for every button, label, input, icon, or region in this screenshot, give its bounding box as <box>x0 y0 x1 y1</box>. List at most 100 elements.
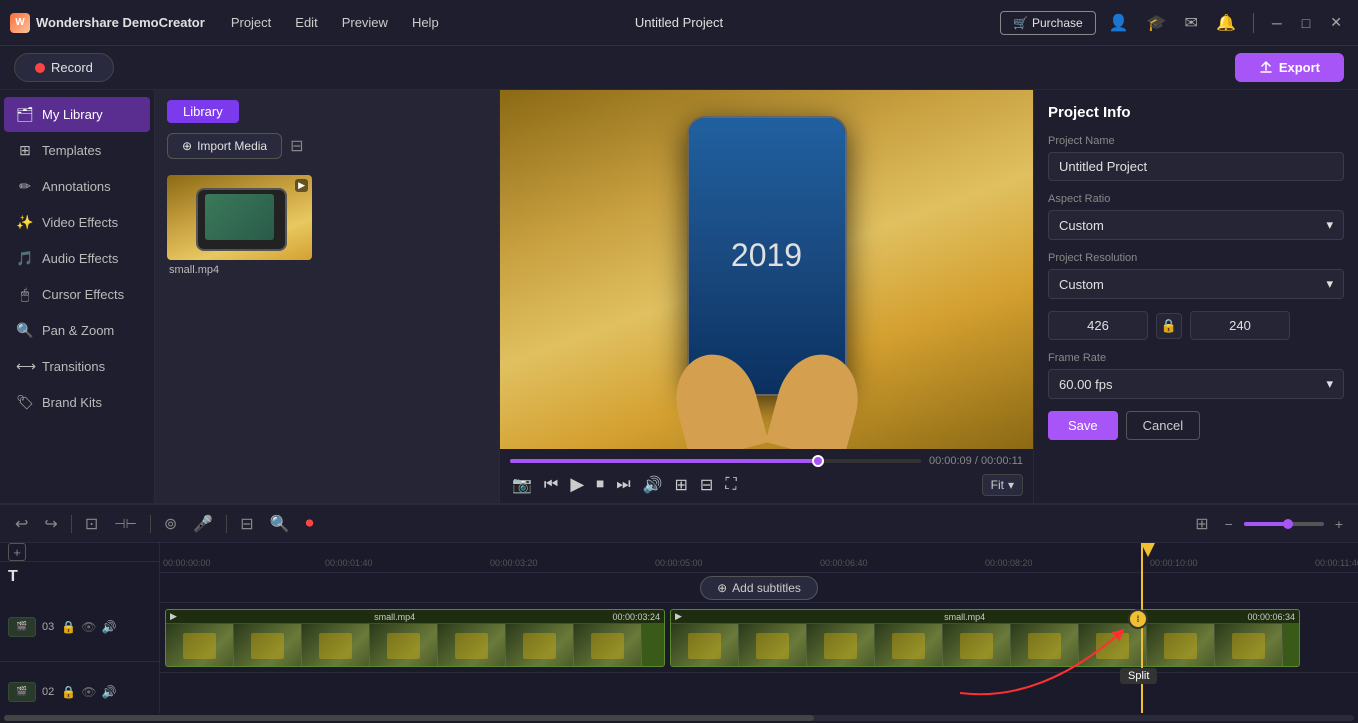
track-1-label: 03 <box>42 621 54 633</box>
clip-frame <box>574 624 642 667</box>
clip-2-name: small.mp4 <box>944 612 985 622</box>
import-media-button[interactable]: ⊕ Import Media <box>167 133 282 159</box>
video-clip-1[interactable]: ▶ small.mp4 00:00:03:24 <box>165 609 665 667</box>
sidebar-item-annotations[interactable]: ✏ Annotations <box>4 169 150 204</box>
menu-edit[interactable]: Edit <box>285 11 327 34</box>
media-item[interactable]: ▶ small.mp4 <box>167 175 312 276</box>
record-tl-button[interactable]: ⏺ <box>301 512 319 536</box>
scrollbar-track[interactable] <box>4 715 1354 721</box>
aspect-ratio-select[interactable]: Custom ▾ <box>1048 210 1344 240</box>
scrollbar-thumb[interactable] <box>4 715 814 721</box>
mic-button[interactable]: 🎤 <box>188 511 218 537</box>
mask-button[interactable]: ⊚ <box>159 511 182 537</box>
split-handle[interactable]: ⁞ <box>1128 609 1148 629</box>
record-label: Record <box>51 60 93 75</box>
menu-preview[interactable]: Preview <box>332 11 398 34</box>
timeline-area: ↩ ↪ ⊡ ⊣⊢ ⊚ 🎤 ⊟ 🔍 ⏺ ⊞ − + + <box>0 503 1358 723</box>
insert-button[interactable]: ⊟ <box>235 511 258 537</box>
progress-bar[interactable] <box>510 459 921 463</box>
split-tool-button[interactable]: ⊣⊢ <box>109 513 142 535</box>
width-input[interactable] <box>1048 311 1148 340</box>
track-1-lock-button[interactable]: 🔒 <box>60 619 77 635</box>
crop-tool-button[interactable]: ⊡ <box>80 511 103 537</box>
track-2-visibility-button[interactable]: 👁 <box>80 684 97 700</box>
frame-rate-select[interactable]: 60.00 fps ▾ <box>1048 369 1344 399</box>
fit-select[interactable]: Fit ▾ <box>982 474 1023 496</box>
zoom-media-button[interactable]: 🔍 <box>265 511 295 537</box>
maximize-button[interactable]: □ <box>1296 15 1316 31</box>
resolution-select[interactable]: Custom ▾ <box>1048 269 1344 299</box>
action-bar: Record Export <box>0 46 1358 90</box>
mail-icon-button[interactable]: ✉ <box>1180 11 1203 35</box>
step-forward-button[interactable]: ⏭ <box>614 474 632 496</box>
add-subtitles-button[interactable]: ⊕ Add subtitles <box>700 576 818 600</box>
menu-help[interactable]: Help <box>402 11 449 34</box>
record-button[interactable]: Record <box>14 53 114 82</box>
height-input[interactable] <box>1190 311 1290 340</box>
track-1-mute-button[interactable]: 🔊 <box>100 619 117 635</box>
pan-zoom-icon: 🔍 <box>16 322 34 339</box>
clip-frame <box>1147 624 1215 667</box>
crop-button[interactable]: ⊞ <box>673 473 690 497</box>
minimize-button[interactable]: ─ <box>1266 15 1288 31</box>
timeline-content: + T 🎬 03 🔒 👁 🔊 🎬 02 <box>0 543 1358 713</box>
library-tab[interactable]: Library <box>167 100 239 123</box>
progress-handle[interactable] <box>812 455 824 467</box>
zoom-in-button[interactable]: + <box>1330 513 1348 535</box>
sidebar-item-transitions[interactable]: ⟷ Transitions <box>4 349 150 384</box>
notification-icon-button[interactable]: 🔔 <box>1211 11 1241 35</box>
undo-button[interactable]: ↩ <box>10 511 33 537</box>
divider <box>1253 13 1254 33</box>
time-total: 00:00:11 <box>981 455 1023 467</box>
add-track-button[interactable]: + <box>8 543 26 561</box>
track-2-lock-button[interactable]: 🔒 <box>60 684 77 700</box>
sidebar-item-templates[interactable]: ⊞ Templates <box>4 133 150 168</box>
fullscreen-button[interactable]: ⛶ <box>723 474 738 496</box>
sidebar-item-brand-kits[interactable]: 🏷 Brand Kits <box>4 385 150 420</box>
ruler-marks: 00:00:00:00 00:00:01:40 00:00:03:20 00:0… <box>160 543 1358 572</box>
lock-aspect-button[interactable]: 🔒 <box>1156 313 1182 339</box>
sidebar-item-audio-effects[interactable]: 🎵 Audio Effects <box>4 241 150 276</box>
play-button[interactable]: ▶ <box>568 472 586 497</box>
close-button[interactable]: ✕ <box>1324 14 1348 31</box>
purchase-button[interactable]: 🛒 Purchase <box>1000 11 1096 35</box>
timeline-tracks-area: ⊕ Add subtitles ▶ small.mp4 00:00:03:24 <box>160 573 1358 713</box>
ruler-mark-0: 00:00:00:00 <box>160 558 325 568</box>
learn-icon-button[interactable]: 🎓 <box>1142 11 1172 35</box>
cancel-button[interactable]: Cancel <box>1126 411 1200 440</box>
clip-frame <box>302 624 370 667</box>
account-icon-button[interactable]: 👤 <box>1104 11 1134 35</box>
project-name-input[interactable] <box>1048 152 1344 181</box>
resolution-value: Custom <box>1059 277 1104 292</box>
sidebar-item-pan-zoom[interactable]: 🔍 Pan & Zoom <box>4 313 150 348</box>
export-button[interactable]: Export <box>1235 53 1344 82</box>
sidebar-item-video-effects[interactable]: ✨ Video Effects <box>4 205 150 240</box>
filter-toggle-button[interactable]: ⊟ <box>698 473 715 497</box>
sidebar-item-my-library[interactable]: 🗂 My Library <box>4 97 150 132</box>
filter-button[interactable]: ⊟ <box>290 136 303 156</box>
step-back-button[interactable]: ⏮ <box>542 474 560 496</box>
menu-project[interactable]: Project <box>221 11 281 34</box>
menu-bar: Project Edit Preview Help <box>221 11 449 34</box>
zoom-slider[interactable] <box>1244 522 1324 526</box>
volume-button[interactable]: 🔊 <box>641 473 665 497</box>
clip-frame <box>370 624 438 667</box>
timeline-settings-button[interactable]: ⊞ <box>1190 511 1213 537</box>
timeline-ruler: 00:00:00:00 00:00:01:40 00:00:03:20 00:0… <box>160 543 1358 573</box>
video-clip-2[interactable]: ▶ small.mp4 00:00:06:34 <box>670 609 1300 667</box>
clip-frame <box>943 624 1011 667</box>
stop-button[interactable]: ⏹ <box>594 474 606 496</box>
track-2-mute-button[interactable]: 🔊 <box>100 684 117 700</box>
screenshot-button[interactable]: 📷 <box>510 473 534 497</box>
brand-kits-icon: 🏷 <box>16 394 34 411</box>
playback-controls: 📷 ⏮ ▶ ⏹ ⏭ 🔊 ⊞ ⊟ ⛶ Fit ▾ <box>510 472 1023 497</box>
track-1-visibility-button[interactable]: 👁 <box>80 619 97 635</box>
save-button[interactable]: Save <box>1048 411 1118 440</box>
redo-button[interactable]: ↪ <box>39 511 62 537</box>
media-type-overlay: ▶ <box>295 179 308 192</box>
sidebar: 🗂 My Library ⊞ Templates ✏ Annotations ✨… <box>0 90 155 503</box>
zoom-out-button[interactable]: − <box>1220 513 1238 535</box>
timeline-label-row: + <box>0 543 159 562</box>
clip-frame <box>1011 624 1079 667</box>
sidebar-item-cursor-effects[interactable]: 🖱 Cursor Effects <box>4 277 150 312</box>
